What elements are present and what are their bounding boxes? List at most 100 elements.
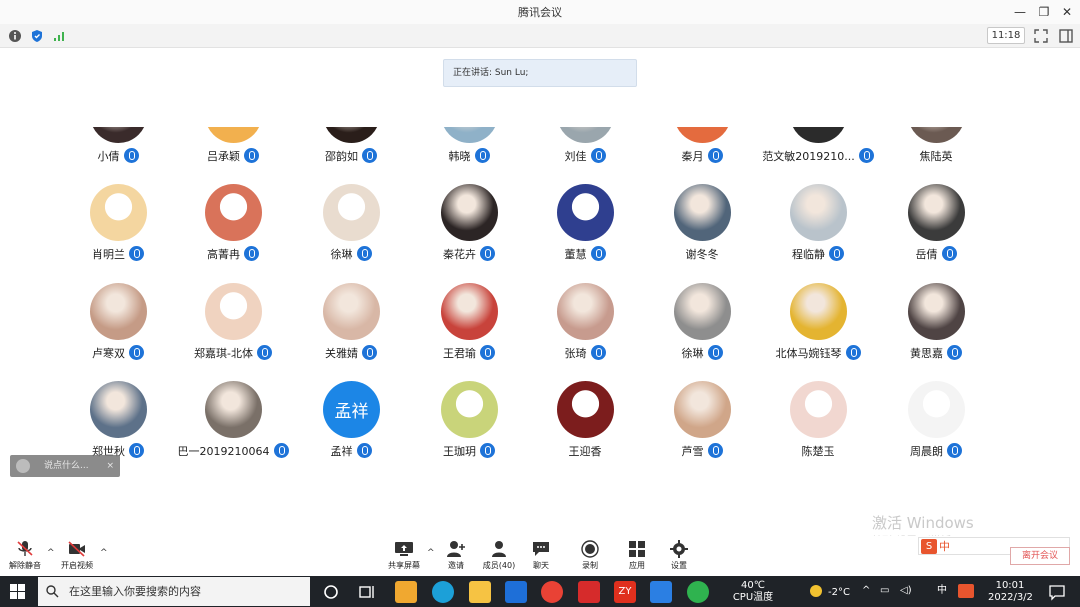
participant-tile[interactable]: 王迎香 <box>527 381 643 469</box>
mic-icon <box>707 345 723 360</box>
participant-tile[interactable]: 焦陆英 <box>878 127 994 195</box>
edge-icon[interactable] <box>432 581 454 603</box>
participant-tile[interactable]: 巴一2019210064 <box>175 381 291 469</box>
share-screen-label: 共享屏幕 <box>388 561 420 570</box>
settings-button[interactable]: 设置 <box>659 540 699 571</box>
participant-tile[interactable]: 董慧 <box>527 184 643 272</box>
participant-avatar <box>674 127 731 143</box>
participant-tile[interactable]: 刘佳 <box>527 127 643 195</box>
participant-name: 高菁冉 <box>207 248 240 261</box>
participant-tile[interactable]: 王君瑜 <box>411 283 527 371</box>
participant-tile[interactable]: 小倩 <box>60 127 176 195</box>
network-icon[interactable]: ▭ <box>880 585 889 597</box>
invite-button[interactable]: 邀请 <box>436 540 476 571</box>
participant-tile[interactable]: 吕承颖 <box>175 127 291 195</box>
participant-tile[interactable]: 程临静 <box>760 184 876 272</box>
participant-name: 孟祥 <box>330 445 353 458</box>
weather[interactable]: -2°C <box>800 585 860 599</box>
sogou-tray-icon[interactable] <box>958 584 974 598</box>
participant-tile[interactable]: 岳倩 <box>878 184 994 272</box>
chevron-up-icon[interactable]: ^ <box>862 585 870 597</box>
participant-tile[interactable]: 范文敏2019210... <box>760 127 876 195</box>
start-video-button[interactable]: 开启视频 <box>57 540 97 571</box>
chat-input[interactable]: 说点什么... × <box>10 455 120 477</box>
participant-tile[interactable]: 韩晓 <box>411 127 527 195</box>
tencent-meeting-icon[interactable] <box>650 581 672 603</box>
participant-tile[interactable]: 徐琳 <box>293 184 409 272</box>
close-icon[interactable]: × <box>106 455 114 477</box>
chrome-icon[interactable] <box>541 581 563 603</box>
zy-app-icon[interactable]: ZY <box>614 581 636 603</box>
participant-name: 吕承颖 <box>207 150 240 163</box>
participant-tile[interactable]: 秦月 <box>644 127 760 195</box>
participant-name: 秦花卉 <box>443 248 476 261</box>
unmute-label: 解除静音 <box>9 561 41 570</box>
clock[interactable]: 10:01 2022/3/2 <box>988 580 1033 604</box>
participant-name-line: 秦花卉 <box>411 246 527 264</box>
participant-tile[interactable]: 周晨朗 <box>878 381 994 469</box>
weather-temp: -2°C <box>828 587 850 598</box>
members-icon <box>492 541 506 557</box>
input-language[interactable]: 中 <box>937 585 947 597</box>
participant-tile[interactable]: 徐琳 <box>644 283 760 371</box>
folder-icon[interactable] <box>469 581 491 603</box>
participant-tile[interactable]: 郑嘉琪-北体 <box>175 283 291 371</box>
participant-name: 王珈玥 <box>443 445 476 458</box>
participant-avatar <box>790 381 847 438</box>
leave-meeting-button[interactable]: 离开会议 <box>1010 547 1070 565</box>
participant-name-line: 徐琳 <box>293 246 409 264</box>
participant-avatar <box>323 127 380 143</box>
chevron-up-icon[interactable]: ^ <box>100 548 108 558</box>
ime-mode[interactable]: 中 <box>939 538 950 555</box>
participant-name: 王君瑜 <box>443 347 476 360</box>
chevron-up-icon[interactable]: ^ <box>427 548 435 558</box>
participant-tile[interactable]: 肖明兰 <box>60 184 176 272</box>
participant-tile[interactable]: 关雅婧 <box>293 283 409 371</box>
participant-name-line: 韩晓 <box>411 148 527 166</box>
clock-date: 2022/3/2 <box>988 592 1033 603</box>
participant-tile[interactable]: 卢寒双 <box>60 283 176 371</box>
participant-tile[interactable]: 邵韵如 <box>293 127 409 195</box>
windows-start-icon[interactable] <box>10 584 25 599</box>
participant-tile[interactable]: 黄思嘉 <box>878 283 994 371</box>
invite-icon <box>447 541 465 557</box>
participant-name: 岳倩 <box>915 248 938 261</box>
app-icon[interactable] <box>505 581 527 603</box>
volume-icon[interactable]: ◁) <box>900 585 912 597</box>
participant-tile[interactable]: 王珈玥 <box>411 381 527 469</box>
taskbar-search[interactable]: 在这里输入你要搜索的内容 <box>38 577 310 606</box>
notification-icon[interactable] <box>1046 581 1068 603</box>
participant-avatar <box>323 184 380 241</box>
unmute-button[interactable]: 解除静音 <box>5 540 45 571</box>
wechat-icon[interactable] <box>687 581 709 603</box>
apps-button[interactable]: 应用 <box>617 540 657 571</box>
chevron-up-icon[interactable]: ^ <box>47 548 55 558</box>
participant-name: 巴一2019210064 <box>177 445 270 458</box>
participant-tile[interactable]: 芦雪 <box>644 381 760 469</box>
participant-tile[interactable]: 陈楚玉 <box>760 381 876 469</box>
store-icon[interactable] <box>395 581 417 603</box>
participant-tile[interactable]: 张琦 <box>527 283 643 371</box>
participant-tile[interactable]: 北体马婉钰琴 <box>760 283 876 371</box>
mic-icon <box>590 345 606 360</box>
participant-name: 谢冬冬 <box>685 248 719 261</box>
participant-tile[interactable]: 秦花卉 <box>411 184 527 272</box>
wps-icon[interactable] <box>578 581 600 603</box>
cortana-icon[interactable] <box>320 581 342 603</box>
participant-name: 王迎香 <box>568 445 602 458</box>
task-view-icon[interactable] <box>356 581 378 603</box>
participant-tile[interactable]: 高菁冉 <box>175 184 291 272</box>
record-button[interactable]: 录制 <box>570 540 610 571</box>
participant-avatar: 孟祥 <box>323 381 380 438</box>
participant-tile[interactable]: 孟祥 孟祥 <box>293 381 409 469</box>
chat-bubble-icon <box>533 542 549 556</box>
mic-icon <box>256 345 272 360</box>
participant-tile[interactable]: 谢冬冬 <box>644 184 760 272</box>
members-button[interactable]: 成员(40) <box>479 540 519 571</box>
participant-avatar <box>205 127 262 143</box>
participant-avatar <box>790 127 847 143</box>
participant-avatar <box>908 381 965 438</box>
chat-button[interactable]: 聊天 <box>521 540 561 571</box>
share-screen-button[interactable]: 共享屏幕 <box>384 540 424 571</box>
participant-name: 邵韵如 <box>325 150 358 163</box>
